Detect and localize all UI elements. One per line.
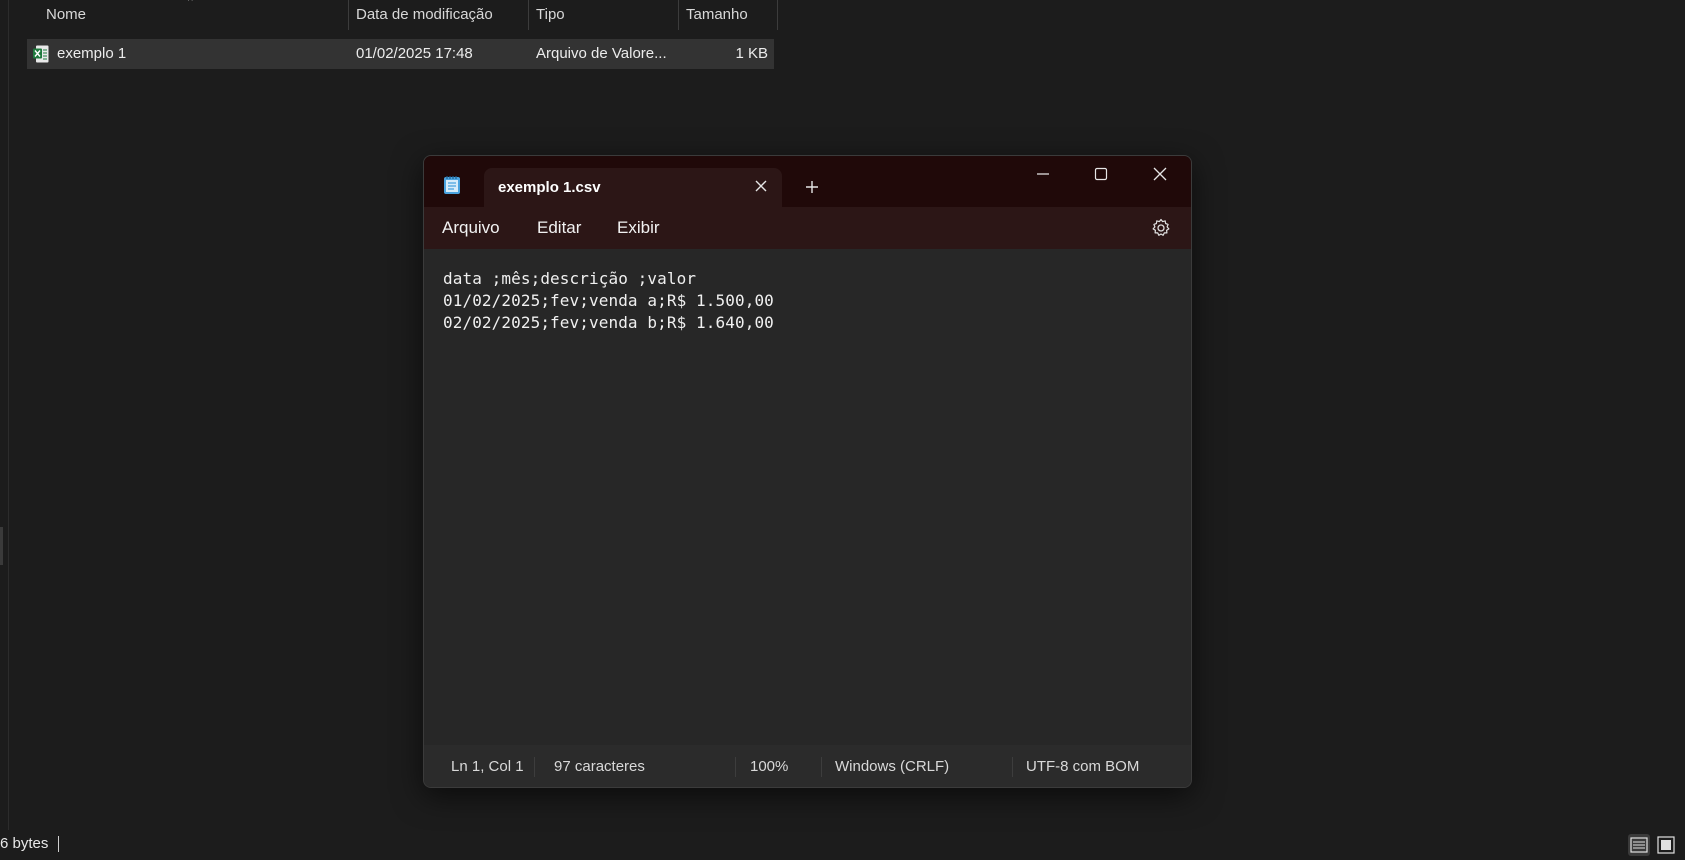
details-view-icon (1630, 837, 1648, 853)
column-divider[interactable] (777, 0, 778, 30)
text-line: data ;mês;descrição ;valor (443, 269, 697, 288)
status-divider (821, 757, 822, 777)
menu-arquivo[interactable]: Arquivo (442, 218, 500, 238)
cursor-position: Ln 1, Col 1 (451, 758, 524, 775)
status-divider (534, 757, 535, 777)
column-divider[interactable] (348, 0, 349, 30)
column-header-type[interactable]: Tipo (536, 0, 565, 30)
navigation-pane-scroll-indicator[interactable] (0, 527, 3, 565)
column-divider[interactable] (678, 0, 679, 30)
zoom-level[interactable]: 100% (750, 758, 788, 775)
text-line: 01/02/2025;fev;venda a;R$ 1.500,00 (443, 291, 774, 310)
selection-size-text: 6 bytes (0, 835, 49, 852)
large-icons-view-button[interactable] (1655, 834, 1677, 856)
character-count: 97 caracteres (554, 758, 645, 775)
status-divider (735, 757, 736, 777)
file-type: Arquivo de Valore... (536, 45, 667, 62)
text-editor[interactable]: data ;mês;descrição ;valor 01/02/2025;fe… (424, 249, 1191, 740)
details-view-button[interactable] (1628, 834, 1650, 856)
sort-ascending-icon: ^ (188, 0, 193, 7)
file-size: 1 KB (735, 45, 768, 62)
column-header-modified[interactable]: Data de modificação (356, 0, 493, 30)
minimize-icon (1037, 173, 1049, 175)
tab-title: exemplo 1.csv (498, 179, 601, 196)
minimize-button[interactable] (1014, 156, 1072, 192)
menu-editar[interactable]: Editar (537, 218, 581, 238)
column-header-name[interactable]: Nome (46, 0, 86, 30)
line-ending[interactable]: Windows (CRLF) (835, 758, 949, 775)
notepad-app-icon (444, 176, 460, 194)
file-row[interactable]: exemplo 1 01/02/2025 17:48 Arquivo de Va… (27, 39, 774, 69)
notepad-status-bar: Ln 1, Col 1 97 caracteres 100% Windows (… (424, 745, 1191, 787)
close-icon (1153, 167, 1167, 181)
plus-icon[interactable] (803, 178, 821, 196)
excel-csv-file-icon (33, 45, 49, 63)
column-divider[interactable] (528, 0, 529, 30)
explorer-status-bar: 6 bytes (0, 830, 1685, 858)
menu-exibir[interactable]: Exibir (617, 218, 660, 238)
encoding[interactable]: UTF-8 com BOM (1026, 758, 1139, 775)
menu-bar: Arquivo Editar Exibir (424, 207, 1191, 249)
close-icon[interactable] (752, 177, 770, 195)
file-name: exemplo 1 (57, 45, 127, 62)
file-modified-date: 01/02/2025 17:48 (356, 45, 473, 62)
status-divider (1012, 757, 1013, 777)
maximize-button[interactable] (1072, 156, 1130, 192)
tab-exemplo-csv[interactable]: exemplo 1.csv (484, 168, 782, 207)
text-line: 02/02/2025;fev;venda b;R$ 1.640,00 (443, 313, 774, 332)
title-bar[interactable]: exemplo 1.csv (424, 156, 1191, 207)
large-icons-view-icon (1657, 836, 1675, 854)
close-window-button[interactable] (1131, 156, 1189, 192)
status-divider (58, 836, 59, 852)
maximize-icon (1094, 167, 1108, 181)
notepad-window: exemplo 1.csv Arquivo Editar Exibir data… (423, 155, 1192, 788)
navigation-pane-edge (0, 0, 9, 830)
column-header-size[interactable]: Tamanho (686, 0, 748, 30)
gear-icon[interactable] (1150, 217, 1172, 239)
